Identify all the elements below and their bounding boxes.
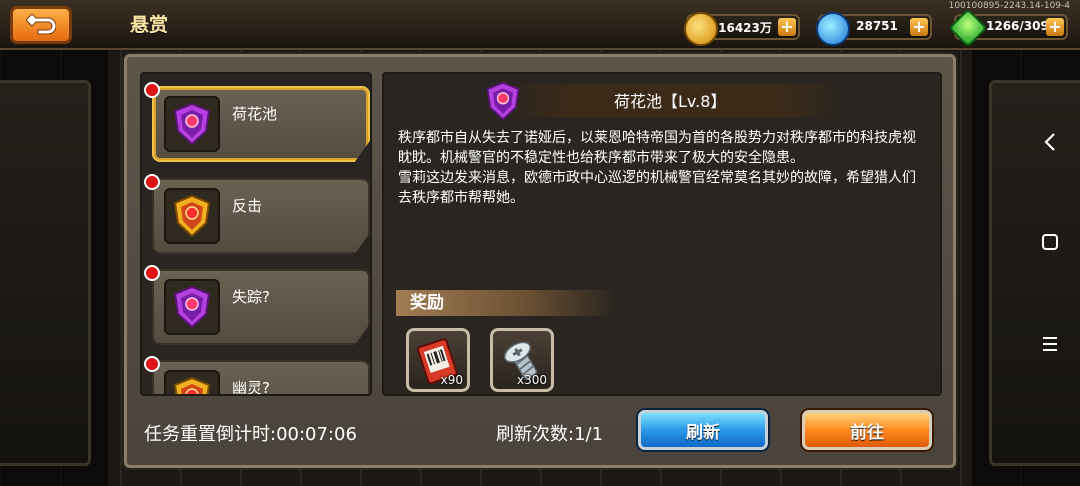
- quest-label: 幽灵?: [232, 379, 270, 396]
- gold-shield-emblem-icon: [164, 370, 220, 394]
- quest-detail: 荷花池【Lv.8】 秩序都市自从失去了诺娅后，以莱恩哈特帝国为首的各股势力对秩序…: [382, 72, 942, 396]
- add-energy-button[interactable]: +: [1046, 18, 1064, 36]
- reward-quantity: x90: [440, 373, 463, 387]
- quest-item-ghost[interactable]: 幽灵?: [152, 360, 370, 396]
- quest-item-counterattack[interactable]: 反击: [152, 178, 370, 254]
- page-title: 悬赏: [130, 14, 169, 36]
- return-arrow-icon: [26, 14, 56, 35]
- crystal-value: 28751: [856, 19, 898, 33]
- description-paragraph: 秩序都市自从失去了诺娅后，以莱恩哈特帝国为首的各股势力对秩序都市的科技虎视眈眈。…: [398, 130, 916, 166]
- description-paragraph: 雪莉这边发来消息，欧德市政中心巡逻的机械警官经常莫名其妙的故障，希望猎人们去秩序…: [398, 170, 916, 206]
- gold-value: 16423万: [718, 21, 772, 35]
- quest-label: 荷花池: [232, 105, 278, 123]
- reward-item-ticket[interactable]: x90: [406, 328, 470, 392]
- nav-back-icon[interactable]: [1038, 130, 1062, 154]
- left-door-decoration: [0, 80, 91, 466]
- quest-alert-dot: [144, 356, 160, 372]
- quest-alert-dot: [144, 82, 160, 98]
- quest-alert-dot: [144, 174, 160, 190]
- reward-item-screw[interactable]: x300: [490, 328, 554, 392]
- nav-menu-icon[interactable]: [1038, 332, 1062, 356]
- top-bar: 悬赏 16423万 + 28751 + 1266/309 + 100100895…: [0, 0, 1080, 50]
- refresh-count: 刷新次数:1/1: [496, 424, 604, 445]
- build-watermark: 100100895-2243.14-109-4: [948, 1, 1070, 11]
- purple-shield-emblem-icon: [164, 279, 220, 335]
- quest-alert-dot: [144, 265, 160, 281]
- back-button[interactable]: [10, 6, 72, 44]
- blue-crystal-icon: [816, 12, 850, 46]
- add-crystal-button[interactable]: +: [910, 18, 928, 36]
- gold-resource: 16423万 +: [684, 12, 800, 46]
- energy-resource: 1266/309 +: [948, 8, 1068, 48]
- green-energy-icon: [948, 8, 988, 48]
- energy-value: 1266/309: [986, 19, 1049, 33]
- gold-coin-icon: [684, 12, 718, 46]
- quest-detail-title: 荷花池【Lv.8】: [614, 92, 727, 111]
- nav-home-icon[interactable]: [1038, 230, 1062, 254]
- right-door-decoration: [989, 80, 1080, 466]
- quest-description: 秩序都市自从失去了诺娅后，以莱恩哈特帝国为首的各股势力对秩序都市的科技虎视眈眈。…: [398, 128, 928, 208]
- quest-label: 反击: [232, 197, 263, 215]
- purple-shield-emblem-icon: [164, 96, 220, 152]
- add-gold-button[interactable]: +: [778, 18, 796, 36]
- refresh-button[interactable]: 刷新: [638, 410, 768, 450]
- reward-quantity: x300: [516, 373, 547, 387]
- reward-heading: 奖励: [396, 290, 616, 316]
- quest-item-lotus-pond[interactable]: 荷花池: [152, 86, 370, 162]
- go-button[interactable]: 前往: [802, 410, 932, 450]
- crystal-resource: 28751 +: [816, 12, 932, 46]
- quest-list[interactable]: 荷花池 反击 失踪? 幽灵?: [140, 72, 372, 396]
- purple-shield-emblem-icon: [480, 78, 526, 124]
- reset-countdown: 任务重置倒计时:00:07:06: [144, 424, 357, 445]
- quest-label: 失踪?: [232, 288, 270, 306]
- quest-item-missing[interactable]: 失踪?: [152, 269, 370, 345]
- gold-shield-emblem-icon: [164, 188, 220, 244]
